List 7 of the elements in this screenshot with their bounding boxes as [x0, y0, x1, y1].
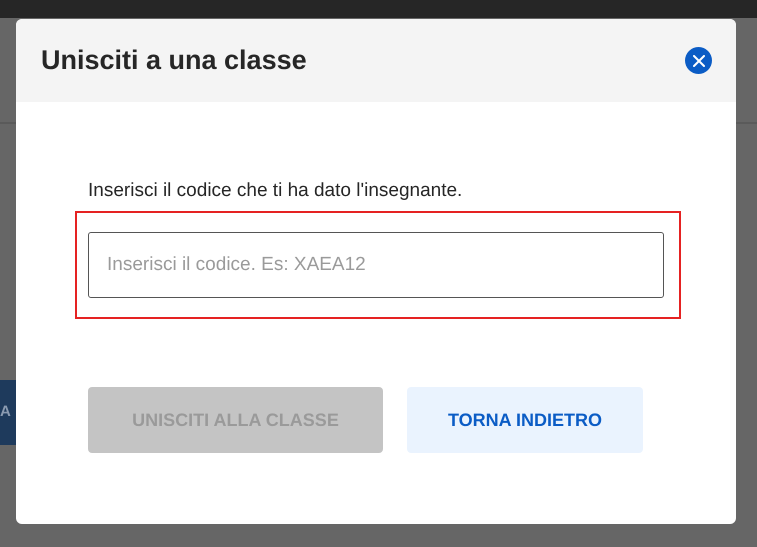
back-button[interactable]: TORNA INDIETRO	[407, 387, 643, 453]
close-button[interactable]	[685, 47, 712, 74]
dialog-title: Unisciti a una classe	[41, 44, 307, 78]
code-input-field[interactable]: Inserisci il codice. Es: XAEA12	[88, 232, 664, 298]
prompt-text: Inserisci il codice che ti ha dato l'insegnante.	[88, 179, 464, 203]
background-button[interactable]: A	[0, 380, 16, 445]
close-icon	[692, 54, 704, 66]
